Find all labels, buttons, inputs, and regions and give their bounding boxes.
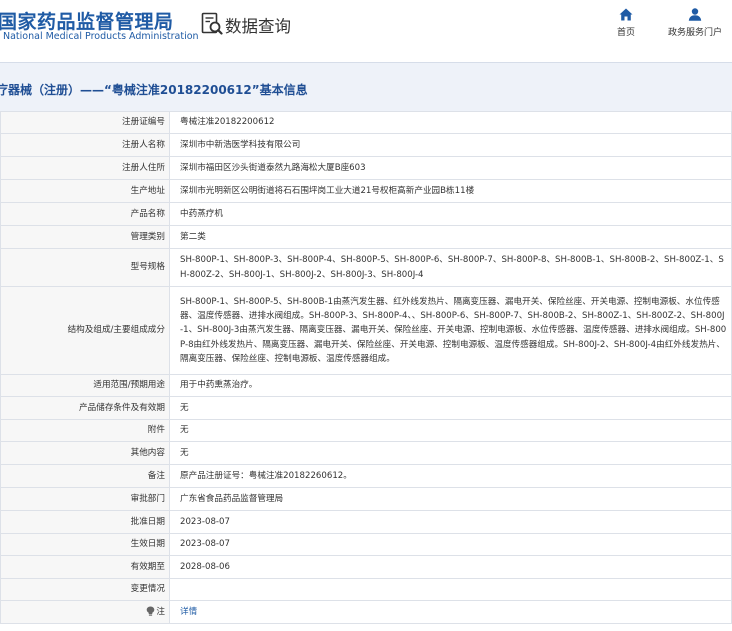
field-value: 第二类	[169, 225, 732, 249]
field-label: 产品储存条件及有效期	[0, 396, 170, 420]
table-row: 注册证编号 粤械注准20182200612	[0, 111, 732, 134]
field-value: 2023-08-07	[169, 510, 732, 534]
details-link[interactable]: 详情	[169, 600, 732, 624]
field-label: 结构及组成/主要组成成分	[0, 286, 170, 375]
field-label: 批准日期	[0, 510, 170, 534]
field-value: 2023-08-07	[169, 533, 732, 556]
field-value: 无	[169, 419, 732, 442]
record-title: 疗器械（注册）——“粤械注准20182200612”基本信息	[0, 83, 308, 97]
field-label: 其他内容	[0, 441, 170, 465]
table-row: 注册人住所 深圳市福田区沙头街道泰然九路海松大厦B座603	[0, 156, 732, 180]
site-header: 国家药品监督管理局 National Medical Products Admi…	[0, 0, 732, 49]
home-icon	[619, 8, 633, 21]
table-row: 变更情况	[0, 578, 732, 601]
field-value: 无	[169, 441, 732, 465]
field-label: 型号规格	[0, 248, 170, 287]
field-label: 注册人住所	[0, 156, 170, 180]
field-label: 生产地址	[0, 179, 170, 203]
field-label: 备注	[0, 464, 170, 488]
field-value: SH-800P-1、SH-800P-5、SH-800B-1由蒸汽发生器、红外线发…	[169, 286, 732, 375]
site-logo-title[interactable]: 国家药品监督管理局	[0, 7, 174, 34]
field-value: 粤械注准20182200612	[169, 111, 732, 134]
field-label: 管理类别	[0, 225, 170, 249]
field-label: 产品名称	[0, 202, 170, 226]
field-label: 注册证编号	[0, 111, 170, 134]
nav-service-portal[interactable]: 政务服务门户	[660, 8, 730, 38]
field-label: 变更情况	[0, 578, 170, 601]
field-value: 广东省食品药品监督管理局	[169, 487, 732, 511]
table-row: 注册人名称 深圳市中新浩医学科技有限公司	[0, 133, 732, 157]
note-label-cell: 注	[0, 600, 170, 624]
table-row: 其他内容 无	[0, 441, 732, 465]
field-label: 有效期至	[0, 555, 170, 579]
table-row: 管理类别 第二类	[0, 225, 732, 249]
table-row: 型号规格 SH-800P-1、SH-800P-3、SH-800P-4、SH-80…	[0, 248, 732, 287]
table-row: 有效期至 2028-08-06	[0, 555, 732, 579]
nav-home[interactable]: 首页	[611, 8, 641, 38]
table-row: 生产地址 深圳市光明新区公明街道将石石围坪岗工业大道21号权柜高新产业园B栋11…	[0, 179, 732, 203]
field-value: 无	[169, 396, 732, 420]
field-value: 原产品注册证号：粤械注准20182260612。	[169, 464, 732, 488]
field-label: 适用范围/预期用途	[0, 374, 170, 397]
field-value: 深圳市中新浩医学科技有限公司	[169, 133, 732, 157]
field-value: 深圳市光明新区公明街道将石石围坪岗工业大道21号权柜高新产业园B栋11楼	[169, 179, 732, 203]
field-label: 生效日期	[0, 533, 170, 556]
record-title-bar: 疗器械（注册）——“粤械注准20182200612”基本信息	[0, 62, 732, 111]
field-value	[169, 578, 732, 601]
table-row: 产品储存条件及有效期 无	[0, 396, 732, 420]
field-value: SH-800P-1、SH-800P-3、SH-800P-4、SH-800P-5、…	[169, 248, 732, 287]
table-row: 审批部门 广东省食品药品监督管理局	[0, 487, 732, 511]
field-label: 审批部门	[0, 487, 170, 511]
field-value: 用于中药熏蒸治疗。	[169, 374, 732, 397]
section-title: 数据查询	[225, 17, 291, 36]
table-row: 附件 无	[0, 419, 732, 442]
table-row: 批准日期 2023-08-07	[0, 510, 732, 534]
database-search-icon	[201, 12, 223, 35]
field-label: 注	[156, 606, 165, 617]
field-label: 附件	[0, 419, 170, 442]
field-value: 2028-08-06	[169, 555, 732, 579]
field-label: 注册人名称	[0, 133, 170, 157]
table-row: 生效日期 2023-08-07	[0, 533, 732, 556]
table-row: 备注 原产品注册证号：粤械注准20182260612。	[0, 464, 732, 488]
note-icon	[147, 606, 155, 617]
table-row: 结构及组成/主要组成成分 SH-800P-1、SH-800P-5、SH-800B…	[0, 286, 732, 375]
nav-portal-label: 政务服务门户	[667, 28, 722, 38]
user-icon	[688, 8, 702, 21]
site-logo-subtitle: National Medical Products Administration	[3, 31, 199, 42]
field-value: 深圳市福田区沙头街道泰然九路海松大厦B座603	[169, 156, 732, 180]
table-row: 注 详情	[0, 600, 732, 624]
table-row: 产品名称 中药蒸疗机	[0, 202, 732, 226]
table-row: 适用范围/预期用途 用于中药熏蒸治疗。	[0, 374, 732, 397]
nav-home-label: 首页	[616, 28, 635, 38]
detail-table: 注册证编号 粤械注准20182200612 注册人名称 深圳市中新浩医学科技有限…	[0, 111, 732, 624]
field-value: 中药蒸疗机	[169, 202, 732, 226]
